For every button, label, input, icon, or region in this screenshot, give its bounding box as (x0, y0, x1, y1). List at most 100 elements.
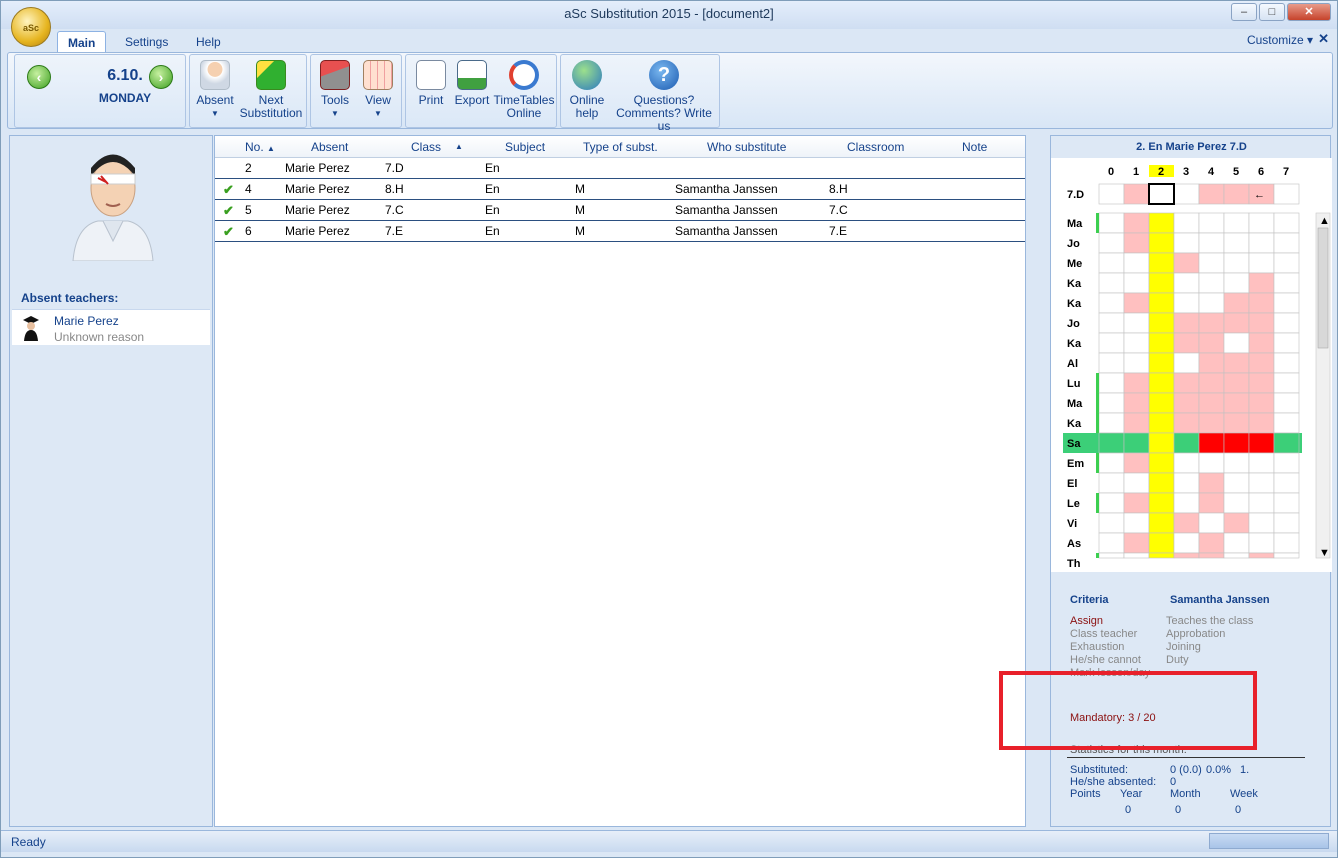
grid-cell[interactable] (1273, 392, 1300, 414)
grid-cell[interactable] (1098, 352, 1125, 374)
grid-cell[interactable] (1123, 292, 1150, 314)
green-marker[interactable] (1096, 453, 1099, 473)
grid-cell[interactable] (1248, 232, 1275, 254)
grid-cell[interactable] (1248, 312, 1275, 334)
grid-cell[interactable] (1123, 272, 1150, 294)
timetables-online-button[interactable]: TimeTables Online (492, 60, 556, 120)
grid-cell[interactable] (1148, 292, 1175, 314)
class-cell[interactable] (1148, 183, 1175, 205)
criteria-approbation[interactable]: Approbation (1166, 628, 1225, 640)
grid-cell[interactable] (1273, 532, 1300, 554)
grid-cell[interactable] (1098, 512, 1125, 534)
grid-cell[interactable] (1248, 252, 1275, 274)
criteria-exhaustion[interactable]: Exhaustion (1070, 641, 1124, 653)
grid-cell[interactable] (1198, 472, 1225, 494)
grid-cell[interactable] (1098, 412, 1125, 434)
grid-cell[interactable] (1173, 452, 1200, 474)
grid-cell[interactable] (1273, 272, 1300, 294)
grid-cell[interactable] (1223, 412, 1250, 434)
grid-cell[interactable] (1223, 452, 1250, 474)
grid-cell[interactable] (1273, 232, 1300, 254)
next-substitution-button[interactable]: Next Substitution (236, 60, 306, 120)
grid-cell[interactable] (1148, 212, 1175, 234)
tab-main[interactable]: Main (57, 31, 107, 53)
grid-cell[interactable] (1098, 332, 1125, 354)
tab-help[interactable]: Help (186, 31, 231, 53)
grid-cell[interactable] (1248, 412, 1275, 434)
grid-cell[interactable] (1248, 372, 1275, 394)
class-cell[interactable] (1123, 183, 1150, 205)
grid-cell[interactable] (1273, 332, 1300, 354)
green-marker[interactable] (1096, 413, 1099, 433)
grid-cell[interactable] (1223, 392, 1250, 414)
grid-cell[interactable] (1173, 372, 1200, 394)
grid-cell[interactable] (1173, 272, 1200, 294)
grid-cell[interactable] (1223, 532, 1250, 554)
grid-cell[interactable] (1123, 252, 1150, 274)
grid-cell[interactable] (1098, 272, 1125, 294)
maximize-button[interactable]: □ (1259, 3, 1285, 21)
grid-cell[interactable] (1198, 532, 1225, 554)
criteria-teaches[interactable]: Teaches the class (1166, 615, 1253, 627)
grid-cell[interactable] (1123, 532, 1150, 554)
grid-cell[interactable] (1273, 452, 1300, 474)
grid-cell[interactable] (1198, 352, 1225, 374)
grid-cell[interactable] (1148, 472, 1175, 494)
grid-cell[interactable] (1148, 372, 1175, 394)
grid-cell[interactable] (1098, 292, 1125, 314)
grid-cell[interactable] (1123, 312, 1150, 334)
grid-cell[interactable] (1198, 292, 1225, 314)
grid-cell[interactable] (1173, 412, 1200, 434)
class-cell[interactable] (1273, 183, 1300, 205)
col-type[interactable]: Type of subst. (583, 140, 658, 154)
grid-cell[interactable] (1223, 492, 1250, 514)
grid-cell[interactable] (1148, 392, 1175, 414)
col-classroom[interactable]: Classroom (847, 140, 904, 154)
grid-cell[interactable] (1223, 372, 1250, 394)
grid-cell[interactable] (1173, 492, 1200, 514)
grid-cell[interactable] (1223, 512, 1250, 534)
grid-cell[interactable] (1098, 312, 1125, 334)
grid-cell[interactable] (1223, 212, 1250, 234)
col-note[interactable]: Note (962, 140, 987, 154)
grid-cell[interactable] (1223, 352, 1250, 374)
grid-cell[interactable] (1223, 472, 1250, 494)
availability-grid-svg[interactable]: 0 1 2 3 4 5 6 7 7.D ← Ma Jo Me Ka Ka Jo Ka Al Lu Ma Ka Sa Em El… (1051, 158, 1332, 572)
grid-cell[interactable] (1273, 252, 1300, 274)
grid-cell[interactable] (1198, 212, 1225, 234)
grid-cell[interactable] (1198, 432, 1225, 454)
teacher-availability-grid[interactable]: 0 1 2 3 4 5 6 7 7.D ← Ma Jo Me Ka Ka Jo Ka Al Lu Ma Ka Sa Em El… (1051, 158, 1332, 572)
grid-cell[interactable] (1198, 232, 1225, 254)
tab-settings[interactable]: Settings (115, 31, 178, 53)
grid-cell[interactable] (1098, 372, 1125, 394)
col-no[interactable]: No. ▲ (245, 140, 275, 154)
export-button[interactable]: Export (452, 60, 492, 107)
grid-cell[interactable] (1198, 552, 1225, 559)
questions-button[interactable]: ? Questions? Comments? Write us (609, 60, 719, 133)
grid-cell[interactable] (1173, 252, 1200, 274)
grid-cell[interactable] (1273, 372, 1300, 394)
grid-cell[interactable] (1273, 412, 1300, 434)
green-marker[interactable] (1096, 493, 1099, 513)
minimize-button[interactable]: – (1231, 3, 1257, 21)
grid-cell[interactable] (1248, 212, 1275, 234)
grid-cell[interactable] (1173, 432, 1200, 454)
grid-cell[interactable] (1198, 412, 1225, 434)
scrollbar-thumb[interactable] (1317, 227, 1329, 349)
grid-cell[interactable] (1148, 432, 1175, 454)
grid-cell[interactable] (1173, 392, 1200, 414)
criteria-assign[interactable]: Assign (1070, 615, 1103, 627)
view-button[interactable]: View ▼ (357, 60, 399, 120)
grid-cell[interactable] (1098, 232, 1125, 254)
grid-cell[interactable] (1098, 432, 1125, 454)
grid-cell[interactable] (1248, 332, 1275, 354)
grid-cell[interactable] (1173, 232, 1200, 254)
grid-cell[interactable] (1223, 432, 1250, 454)
grid-cell[interactable] (1198, 492, 1225, 514)
criteria-joining[interactable]: Joining (1166, 641, 1201, 653)
grid-cell[interactable] (1098, 532, 1125, 554)
grid-cell[interactable] (1148, 352, 1175, 374)
grid-cell[interactable] (1148, 512, 1175, 534)
grid-cell[interactable] (1223, 232, 1250, 254)
grid-cell[interactable] (1148, 532, 1175, 554)
